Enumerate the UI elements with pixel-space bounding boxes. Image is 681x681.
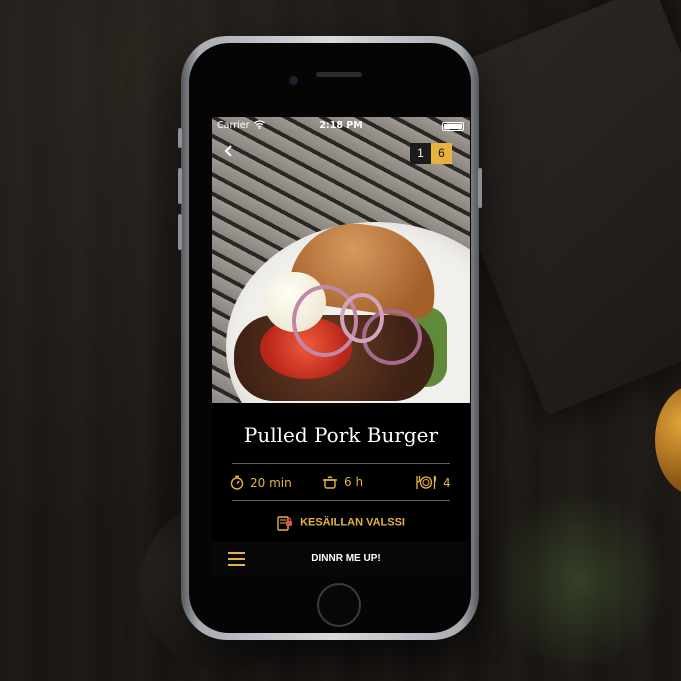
bottom-bar: DINNR ME UP! [212,541,470,577]
pager-total: 6 [431,143,452,164]
herbs [480,480,680,680]
front-camera [289,76,298,85]
volume-down-button [178,214,182,250]
recipe-title: Pulled Pork Burger [243,423,439,447]
servings-stat: 4 [415,475,451,490]
divider [232,500,450,501]
battery-icon [442,122,464,131]
recipe-stats: 20 min 6 h 4 [212,472,470,496]
status-bar: Carrier 2:18 PM [212,117,470,135]
prep-time-stat: 20 min [230,475,292,490]
chevron-left-icon [224,145,232,157]
phone-face: Carrier 2:18 PM 1 6 Pulled Pork Burger 2… [189,43,471,633]
phone-device: Carrier 2:18 PM 1 6 Pulled Pork Burger 2… [178,36,482,640]
app-screen: Carrier 2:18 PM 1 6 Pulled Pork Burger 2… [212,117,470,577]
power-button [478,168,482,208]
timer-icon [230,475,244,490]
pot-icon [323,476,337,489]
app-brand: DINNR ME UP! [311,553,381,564]
recipe-pager: 1 6 [410,143,452,164]
cook-time-value: 6 h [344,475,364,489]
status-time: 2:18 PM [319,120,363,131]
home-button[interactable] [317,583,361,627]
earpiece-speaker [316,72,362,77]
collection-link[interactable]: KESÄILLAN VALSSI [212,514,470,531]
divider [232,463,450,464]
volume-up-button [178,168,182,204]
onion-ring [340,293,384,343]
prep-time-value: 20 min [250,475,292,490]
cook-time-stat: 6 h [322,475,363,489]
collection-label: KESÄILLAN VALSSI [300,516,405,529]
orange [655,385,681,495]
back-button[interactable] [224,142,233,161]
plate-cutlery-icon [416,475,437,489]
mute-switch [178,128,182,148]
servings-value: 4 [443,475,451,490]
locked-book-icon [277,516,292,531]
pager-current: 1 [410,143,431,164]
